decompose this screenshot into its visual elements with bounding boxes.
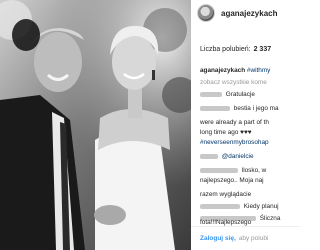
comments-list: aganajezykach #withmy zobacz wszystkie k…	[200, 66, 298, 226]
blurred-username	[200, 91, 222, 97]
comment-text: Kiedy planuj	[243, 203, 279, 210]
comment-item: razem wyglądacie	[200, 190, 251, 200]
instagram-post: aganajezykach Liczba polubień: 2 337 aga…	[0, 0, 300, 250]
blurred-username	[200, 203, 240, 209]
comment-item: najlepszego.. Moja naj	[200, 176, 264, 186]
comment-item: long time ago ♥♥♥	[200, 128, 252, 138]
comment-text: long time ago ♥♥♥	[200, 129, 252, 136]
blurred-username	[200, 167, 238, 173]
comment-item: Kiedy planuj	[200, 202, 279, 212]
comment-text: were already a part of th	[200, 119, 269, 126]
username-link[interactable]: aganajezykach	[221, 9, 277, 18]
comment-mention[interactable]: @danielcie	[222, 153, 254, 160]
view-all-comments-link[interactable]: zobacz wszystkie kome	[200, 78, 267, 88]
likes-summary: Liczba polubień: 2 337	[191, 41, 300, 57]
comment-item: #neverseenmybrosohap	[200, 138, 269, 148]
likes-label: Liczba polubień:	[200, 45, 251, 53]
comment-text: llosko, w	[241, 167, 267, 174]
comment-item: llosko, w	[200, 166, 266, 176]
comment-text: bestia i jego ma	[233, 105, 279, 112]
comment-text[interactable]: zobacz wszystkie kome	[200, 79, 267, 86]
login-link[interactable]: Zaloguj się,	[200, 235, 236, 242]
comment-text: Gratulacje	[225, 91, 255, 98]
comment-text: Śliczna	[259, 215, 281, 222]
comment-item: aganajezykach #withmy	[200, 66, 270, 76]
blurred-username	[200, 153, 218, 159]
login-prompt-text: aby polubi	[238, 234, 269, 242]
comment-text: fota!!!Najlepszego	[200, 219, 252, 226]
comment-text: najlepszego.. Moja naj	[200, 177, 264, 184]
comment-hashtag[interactable]: #neverseenmybrosohap	[200, 139, 269, 146]
likes-count[interactable]: 2 337	[254, 46, 272, 53]
comment-username[interactable]: aganajezykach	[200, 67, 245, 74]
comment-item: Gratulacje	[200, 90, 255, 100]
comment-item: were already a part of th	[200, 118, 269, 128]
post-sidebar: aganajezykach Liczba polubień: 2 337 aga…	[191, 0, 300, 250]
blurred-username	[200, 105, 230, 111]
wedding-photo-illustration	[0, 0, 191, 250]
post-photo[interactable]	[0, 0, 191, 250]
post-header: aganajezykach	[191, 0, 300, 26]
avatar[interactable]	[197, 4, 215, 22]
login-prompt: Zaloguj się, aby polubi	[191, 230, 300, 246]
divider	[191, 226, 300, 227]
comment-text: razem wyglądacie	[200, 191, 252, 198]
comment-item: bestia i jego ma	[200, 104, 279, 114]
comment-text[interactable]: #withmy	[247, 67, 270, 74]
comment-item: @danielcie	[200, 152, 254, 162]
